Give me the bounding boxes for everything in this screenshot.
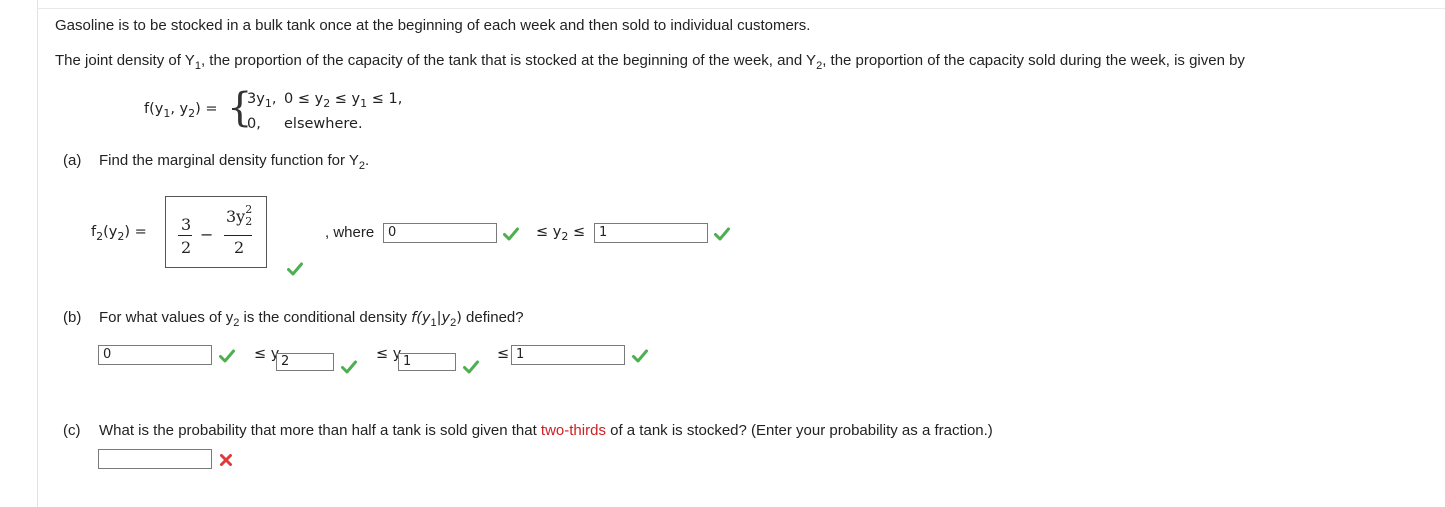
frac1-denominator: 2 bbox=[181, 238, 192, 257]
frac2-bar bbox=[224, 235, 252, 236]
check-icon bbox=[341, 360, 357, 374]
part-b-label: (b) bbox=[63, 309, 82, 326]
left-border bbox=[37, 0, 38, 507]
cross-icon bbox=[220, 454, 232, 466]
joint-density-lhs: f(y1, y2) = bbox=[144, 101, 218, 120]
minus-sign: − bbox=[200, 225, 214, 244]
check-icon bbox=[219, 349, 235, 363]
part-b-question: For what values of y2 is the conditional… bbox=[99, 309, 524, 329]
where-text: , where bbox=[325, 224, 375, 241]
highlighted-quantity: two-thirds bbox=[540, 422, 606, 439]
case-2-condition: elsewhere. bbox=[284, 116, 363, 132]
check-icon bbox=[632, 349, 648, 363]
region-y-subscript-input-2[interactable]: 1 bbox=[398, 353, 456, 371]
case-1-expression: 3y1, bbox=[247, 91, 277, 110]
marginal-lhs: f2(y2) = bbox=[91, 224, 147, 243]
intro-line-1: Gasoline is to be stocked in a bulk tank… bbox=[55, 17, 811, 34]
frac1-numerator: 3 bbox=[181, 215, 192, 234]
frac2-denominator: 2 bbox=[234, 238, 245, 257]
region-lower-input[interactable]: 0 bbox=[98, 345, 212, 365]
support-upper-input[interactable]: 1 bbox=[594, 223, 708, 243]
check-icon bbox=[503, 227, 519, 241]
intro-line-2: The joint density of Y1, the proportion … bbox=[55, 52, 1245, 72]
marginal-answer-box[interactable]: 3 2 − 3y22 2 bbox=[165, 196, 267, 268]
part-c-label: (c) bbox=[63, 422, 81, 439]
probability-answer-input[interactable] bbox=[98, 449, 212, 469]
case-2-expression: 0, bbox=[247, 116, 261, 132]
check-icon bbox=[463, 360, 479, 374]
case-1-condition: 0 ≤ y2 ≤ y1 ≤ 1, bbox=[284, 91, 403, 110]
support-inequality: ≤ y2 ≤ bbox=[536, 224, 586, 243]
part-a-question: Find the marginal density function for Y… bbox=[99, 152, 370, 172]
frac1-bar bbox=[178, 235, 192, 236]
region-upper-input[interactable]: 1 bbox=[511, 345, 625, 365]
check-icon bbox=[287, 262, 303, 276]
part-c-question: What is the probability that more than h… bbox=[99, 422, 993, 439]
check-icon bbox=[714, 227, 730, 241]
frac2-numerator: 3y22 bbox=[226, 203, 253, 228]
region-le-3: ≤ bbox=[497, 346, 510, 362]
support-lower-input[interactable]: 0 bbox=[383, 223, 497, 243]
region-y-subscript-input-1[interactable]: 2 bbox=[276, 353, 334, 371]
top-border bbox=[37, 8, 1445, 9]
part-a-label: (a) bbox=[63, 152, 82, 169]
